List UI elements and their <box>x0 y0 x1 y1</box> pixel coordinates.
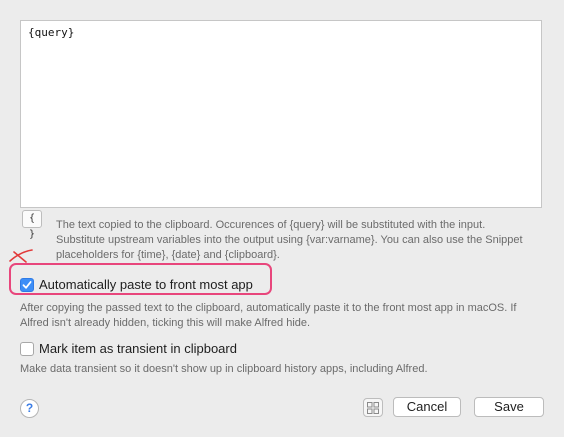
transient-help: Make data transient so it doesn't show u… <box>20 363 428 375</box>
transient-checkbox-label[interactable]: Mark item as transient in clipboard <box>39 341 237 356</box>
paste-option-row[interactable]: Automatically paste to front most app <box>20 277 253 292</box>
output-text-editor[interactable]: {query} <box>20 20 542 208</box>
help-button[interactable]: ? <box>20 399 39 418</box>
grid-toggle-button[interactable] <box>363 398 383 417</box>
annotation-cross-mark <box>9 249 33 263</box>
paste-help: After copying the passed text to the cli… <box>20 302 517 329</box>
transient-checkbox[interactable] <box>20 341 34 356</box>
paste-checkbox[interactable] <box>20 277 34 292</box>
cancel-button[interactable]: Cancel <box>393 397 461 417</box>
text-field-help: The text copied to the clipboard. Occure… <box>56 219 523 261</box>
transient-option-row[interactable]: Mark item as transient in clipboard <box>20 341 237 356</box>
checkmark-icon <box>22 280 32 289</box>
grid-icon <box>367 401 379 414</box>
insert-placeholder-button[interactable]: { } <box>22 210 42 240</box>
paste-checkbox-label[interactable]: Automatically paste to front most app <box>39 277 253 292</box>
save-button[interactable]: Save <box>474 397 544 417</box>
